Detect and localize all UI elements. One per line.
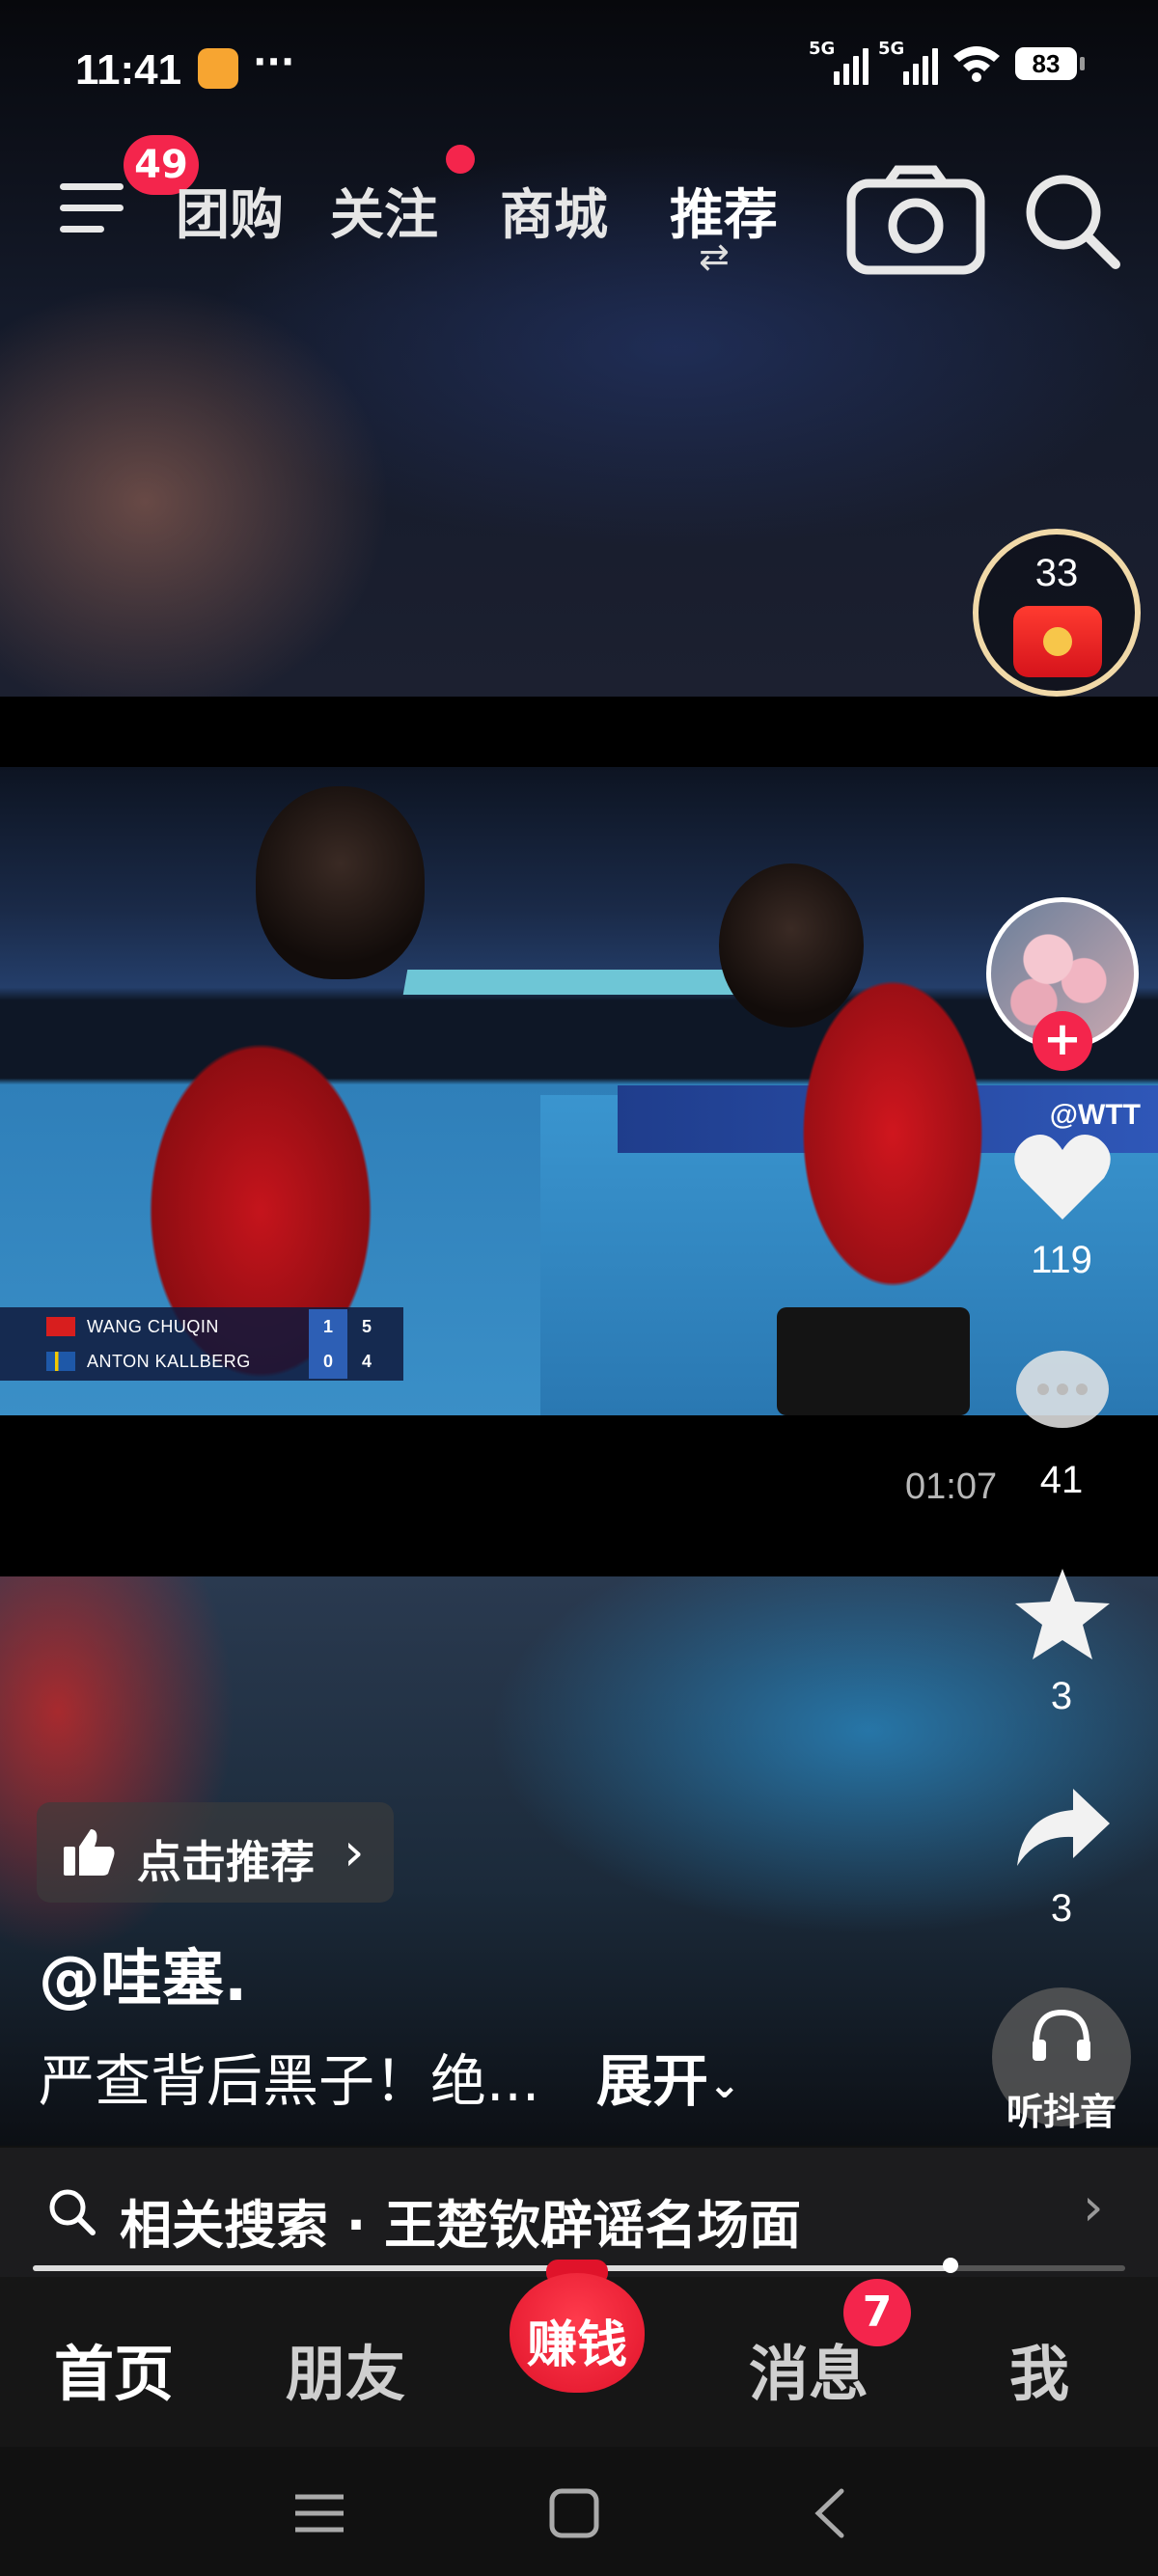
red-packet-icon (1013, 606, 1102, 677)
earn-label: 赚钱 (526, 2316, 627, 2374)
recommend-button[interactable]: 点击推荐 › (37, 1802, 394, 1903)
scoreboard-sets: 0 (309, 1344, 347, 1379)
following-dot (446, 145, 475, 174)
scoreboard-name: ANTON KALLBERG (87, 1351, 251, 1371)
video-caption: 严查背后黑子！绝... (39, 2048, 540, 2114)
comment-icon[interactable] (1009, 1341, 1116, 1447)
tab-messages[interactable]: 消息 (749, 2325, 868, 2412)
recommend-label: 点击推荐 (137, 1836, 315, 1888)
headphones-icon (1033, 2009, 1090, 2061)
related-search-bar[interactable]: 相关搜索 · 王楚钦辟谣名场面 › (0, 2148, 1158, 2277)
scoreboard: WANG CHUQIN 1 5 ANTON KALLBERG 0 4 (0, 1307, 403, 1381)
messages-badge: 7 (843, 2279, 911, 2346)
recent-apps-icon[interactable] (286, 2480, 353, 2547)
tab-mall[interactable]: 商城 (500, 172, 608, 250)
share-icon[interactable] (1009, 1775, 1116, 1881)
wifi-icon (953, 46, 1000, 82)
expand-button[interactable]: 展开⌄ (596, 2036, 741, 2117)
flag-sweden (46, 1352, 75, 1371)
tab-home[interactable]: 首页 (54, 2325, 174, 2412)
scoreboard-points: 4 (361, 1351, 372, 1371)
progress-knob[interactable] (942, 2258, 958, 2273)
more-notifications-icon: ··· (253, 41, 295, 83)
chevron-right-icon: › (344, 1822, 365, 1882)
star-icon[interactable] (1009, 1563, 1116, 1669)
chevron-down-icon: ⌄ (708, 2062, 741, 2107)
red-packet-count: 33 (1034, 552, 1079, 594)
author-name[interactable]: @哇塞. (39, 1930, 247, 2018)
status-indicators: 5G 5G 83 (809, 39, 1085, 85)
like-count: 119 (1031, 1239, 1092, 1281)
signal-label: 5G (809, 39, 836, 59)
chevron-right-icon: › (1083, 2177, 1104, 2237)
scoreboard-points: 5 (361, 1316, 372, 1336)
listen-label: 听抖音 (1006, 2091, 1117, 2133)
scoreboard-row: ANTON KALLBERG 0 4 (0, 1344, 403, 1379)
search-icon (49, 2189, 96, 2235)
signal-icon: 5G (809, 39, 868, 85)
switch-icon: ⇄ (699, 235, 730, 278)
tab-following[interactable]: 关注 (330, 172, 438, 250)
comment-count: 41 (1039, 1459, 1084, 1501)
scoreboard-sets: 1 (309, 1309, 347, 1344)
back-icon[interactable] (797, 2480, 865, 2547)
menu-icon[interactable] (60, 179, 127, 237)
signal-icon: 5G (878, 39, 938, 85)
scoreboard-row: WANG CHUQIN 1 5 (0, 1309, 403, 1344)
flag-china (46, 1317, 75, 1336)
search-icon[interactable] (1013, 162, 1129, 278)
tab-me[interactable]: 我 (1009, 2325, 1069, 2412)
expand-label: 展开 (596, 2048, 709, 2114)
related-search-text: 相关搜索 · 王楚钦辟谣名场面 (120, 2195, 802, 2256)
player-red-shirt (772, 960, 1013, 1413)
progress-fill (33, 2265, 951, 2271)
status-time: 11:41 (75, 46, 182, 94)
home-icon[interactable] (540, 2480, 608, 2547)
signal-label: 5G (878, 39, 905, 59)
video-player[interactable]: @WTT WANG CHUQIN 1 5 ANTON KALLBERG 0 4 (0, 767, 1158, 1415)
app-notification-icon (198, 48, 238, 89)
battery-indicator: 83 (1015, 47, 1085, 80)
tab-group-buy[interactable]: 团购 (176, 172, 284, 250)
follow-button[interactable]: + (1033, 1011, 1092, 1071)
scoreboard-name: WANG CHUQIN (87, 1316, 219, 1336)
favorite-count: 3 (1050, 1675, 1073, 1717)
thumbs-up-icon (64, 1829, 115, 1876)
share-count: 3 (1050, 1887, 1073, 1930)
player-head (719, 863, 864, 1028)
camera-icon[interactable] (845, 162, 986, 278)
player-head (256, 786, 425, 979)
heart-icon[interactable] (1009, 1125, 1116, 1231)
red-packet-button[interactable]: 33 (973, 529, 1141, 697)
tab-friends[interactable]: 朋友 (286, 2325, 405, 2412)
